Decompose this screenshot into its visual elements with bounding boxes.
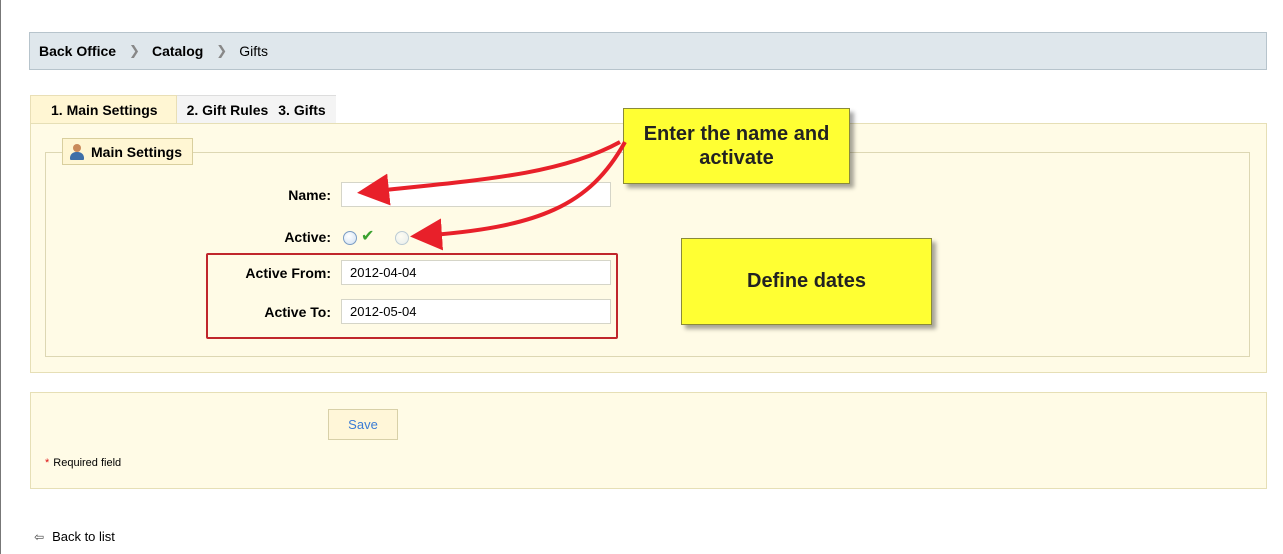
back-to-list-link[interactable]: ⇦ Back to list	[34, 529, 115, 544]
breadcrumb-separator-icon: ❯	[129, 43, 140, 58]
cross-icon[interactable]: ✖	[419, 226, 432, 246]
tab-gifts[interactable]: 3. Gifts	[274, 95, 336, 123]
breadcrumb-back-office[interactable]: Back Office	[39, 43, 116, 59]
check-icon[interactable]: ✔	[361, 226, 374, 246]
active-radio-button[interactable]	[343, 231, 357, 245]
required-note: * Required field	[45, 457, 121, 469]
inactive-radio-button[interactable]	[395, 231, 409, 245]
breadcrumb-catalog[interactable]: Catalog	[152, 43, 203, 59]
tab-main-settings[interactable]: 1. Main Settings	[30, 95, 177, 123]
fieldset-legend: Main Settings	[62, 138, 194, 165]
name-label: Name:	[288, 187, 331, 203]
window-edge	[0, 0, 1, 554]
breadcrumb: Back Office ❯ Catalog ❯ Gifts	[29, 32, 1267, 70]
page-frame: Back Office ❯ Catalog ❯ Gifts 1. Main Se…	[0, 0, 1283, 554]
name-field[interactable]	[341, 182, 611, 207]
active-label: Active:	[284, 229, 331, 245]
date-highlight-box	[206, 253, 618, 339]
breadcrumb-gifts: Gifts	[239, 43, 268, 59]
required-text: Required field	[53, 457, 122, 469]
back-arrow-icon: ⇦	[34, 529, 45, 544]
annotation-note-name: Enter the name and activate	[623, 108, 850, 184]
annotation-note-dates: Define dates	[681, 238, 932, 325]
tab-bar: 1. Main Settings 2. Gift Rules 3. Gifts	[30, 95, 336, 123]
back-to-list-label: Back to list	[52, 529, 115, 544]
user-icon	[69, 143, 85, 160]
save-button[interactable]: Save	[328, 409, 398, 440]
tab-gift-rules[interactable]: 2. Gift Rules	[176, 95, 275, 123]
breadcrumb-separator-icon: ❯	[216, 43, 228, 58]
legend-label: Main Settings	[91, 143, 183, 160]
required-star: *	[45, 457, 50, 469]
save-panel	[30, 392, 1267, 489]
